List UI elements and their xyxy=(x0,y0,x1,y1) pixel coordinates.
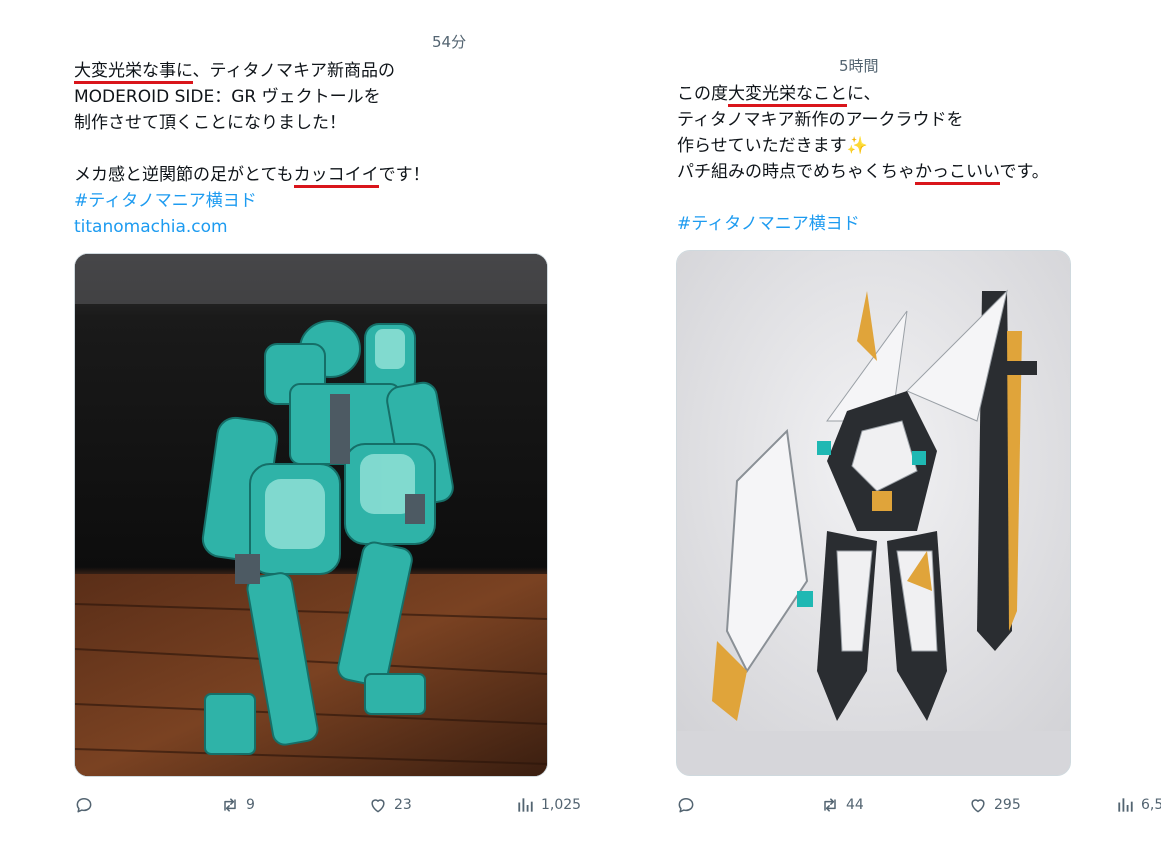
bar-chart-icon xyxy=(518,798,533,812)
tweet-line: メカ感と逆関節の足がとてもカッコイイです！ xyxy=(74,162,594,188)
tweet-line: 大変光栄な事に、ティタノマキア新商品の xyxy=(74,58,594,84)
hashtag-link[interactable]: #ティタノマニア横ヨド xyxy=(74,188,594,214)
speech-bubble-icon xyxy=(678,798,694,813)
tweet-lines: 大変光栄な事に、ティタノマキア新商品の MODEROID SIDE：GR ヴェクト… xyxy=(74,58,594,188)
tweet-image[interactable] xyxy=(74,253,548,777)
text-segment: に、 xyxy=(847,84,881,104)
reply-button[interactable] xyxy=(74,790,100,820)
text-segment: 作らせていただきます xyxy=(677,136,847,156)
tweet-line: この度大変光栄なことに、 xyxy=(677,81,1157,107)
text-segment: パチ組みの時点でめちゃくちゃ xyxy=(677,162,915,182)
tweet-line: 制作させて頂くことになりました！ xyxy=(74,110,594,136)
tweet-1[interactable]: 54分 大変光栄な事に、ティタノマキア新商品の MODEROID SIDE：GR … xyxy=(0,0,600,843)
tweet-line: パチ組みの時点でめちゃくちゃかっこいいです。 xyxy=(677,159,1157,185)
underlined-phrase: かっこいい xyxy=(915,162,1000,185)
tweet-line: ティタノマキア新作のアークラウドを xyxy=(677,107,1157,133)
text-segment: です。 xyxy=(999,162,1049,182)
bar-chart-icon xyxy=(1118,798,1133,812)
retweet-arrows-icon xyxy=(824,798,836,812)
views-count: 1,025 xyxy=(541,797,582,813)
tweet-text: 大変光栄な事に、ティタノマキア新商品の MODEROID SIDE：GR ヴェクト… xyxy=(74,58,594,240)
text-segment: 制作させて頂くことになりました！ xyxy=(74,113,346,133)
views-count: 6,5 xyxy=(1141,797,1161,813)
underlined-phrase: カッコイイ xyxy=(293,165,379,188)
views-button[interactable]: 6,5 xyxy=(1115,790,1161,820)
text-segment: ティタノマキア新作のアークラウドを xyxy=(677,110,964,130)
underlined-phrase: 大変光栄な事に xyxy=(74,61,193,84)
action-bar: 9 23 1,025 xyxy=(0,790,600,820)
teal-mecha-photo xyxy=(75,254,547,776)
text-segment: です！ xyxy=(378,165,430,185)
like-button[interactable]: 295 xyxy=(968,790,1021,820)
retweet-count: 44 xyxy=(846,797,864,813)
text-segment: MODEROID SIDE：GR ヴェクトールを xyxy=(74,87,381,107)
views-button[interactable]: 1,025 xyxy=(515,790,581,820)
timestamp[interactable]: 54分 xyxy=(432,31,466,52)
text-segment: メカ感と逆関節の足がとても xyxy=(74,165,294,185)
text-segment: 、ティタノマキア新商品の xyxy=(192,61,395,81)
speech-bubble-icon xyxy=(76,798,92,813)
white-gold-mecha-photo xyxy=(677,251,1070,775)
like-count: 295 xyxy=(994,797,1021,813)
hashtag-link[interactable]: #ティタノマニア横ヨド xyxy=(677,211,1157,237)
tweet-lines: この度大変光栄なことに、 ティタノマキア新作のアークラウドを 作らせていただきます✨… xyxy=(677,81,1157,211)
sparkle-emoji: ✨ xyxy=(846,136,868,156)
tweet-2[interactable]: 5時間 この度大変光栄なことに、 ティタノマキア新作のアークラウドを 作らせていただ… xyxy=(600,0,1161,843)
tweet-line: MODEROID SIDE：GR ヴェクトールを xyxy=(74,84,594,110)
underlined-phrase: 大変光栄なこと xyxy=(728,84,847,107)
retweet-arrows-icon xyxy=(224,798,236,812)
action-bar: 44 295 6,5 xyxy=(600,790,1161,820)
tweet-line: 作らせていただきます✨ xyxy=(677,133,1157,159)
retweet-count: 9 xyxy=(246,797,255,813)
retweet-button[interactable]: 44 xyxy=(820,790,864,820)
retweet-button[interactable]: 9 xyxy=(220,790,255,820)
tweet-image[interactable] xyxy=(676,250,1071,776)
heart-icon xyxy=(371,799,385,813)
timestamp[interactable]: 5時間 xyxy=(839,55,879,76)
tweet-text: この度大変光栄なことに、 ティタノマキア新作のアークラウドを 作らせていただきます✨… xyxy=(677,81,1157,237)
text-segment: この度 xyxy=(677,84,728,104)
like-count: 23 xyxy=(394,797,412,813)
url-link[interactable]: titanomachia.com xyxy=(74,214,594,240)
like-button[interactable]: 23 xyxy=(368,790,412,820)
heart-icon xyxy=(971,799,985,813)
reply-button[interactable] xyxy=(676,790,702,820)
